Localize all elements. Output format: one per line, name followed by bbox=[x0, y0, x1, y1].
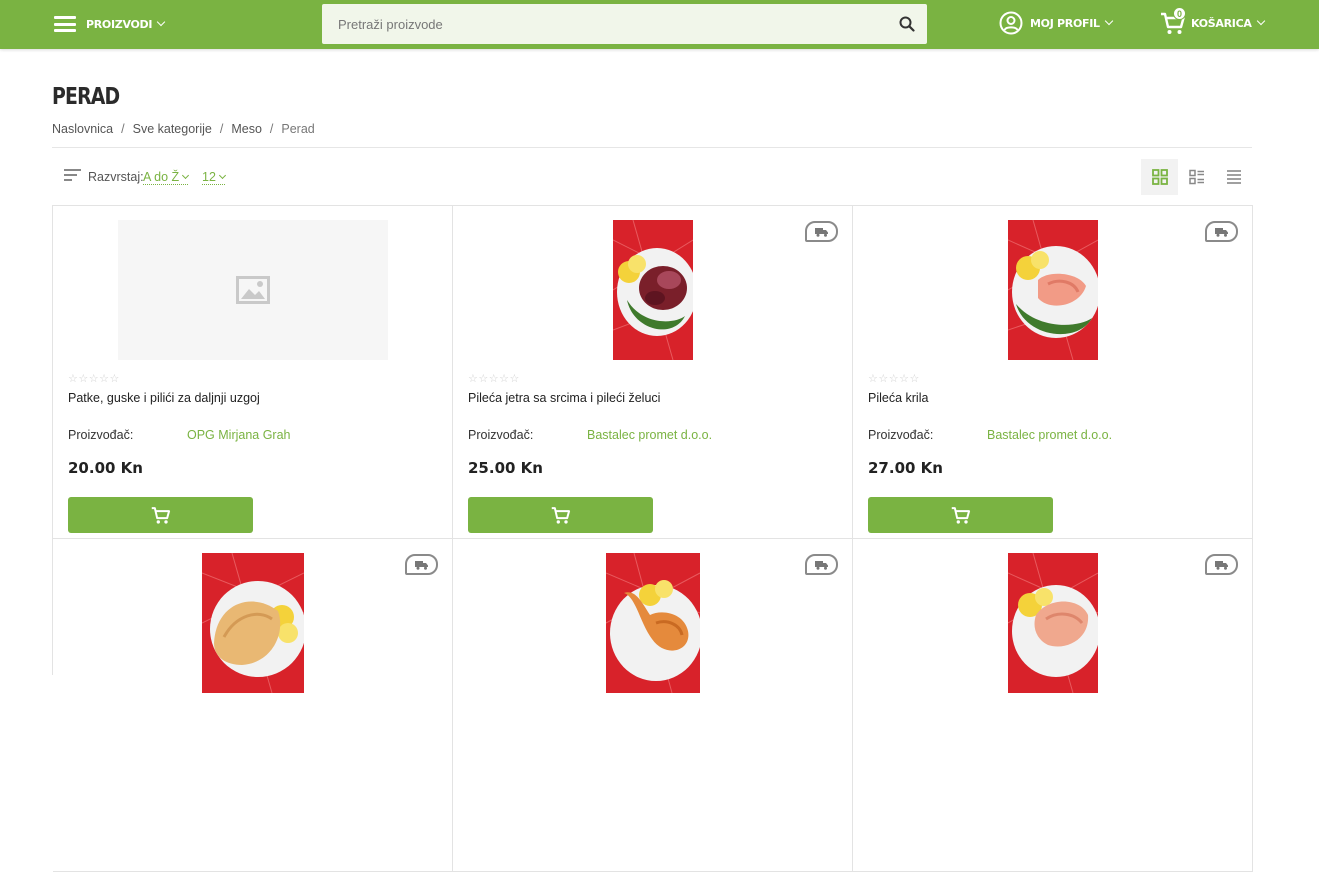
product-image-link[interactable] bbox=[453, 220, 853, 360]
chicken-liver-photo bbox=[613, 220, 693, 360]
product-image-link[interactable] bbox=[853, 553, 1253, 693]
add-to-cart-button[interactable] bbox=[868, 497, 1053, 533]
rating-stars: ☆☆☆☆☆ bbox=[68, 373, 120, 385]
breadcrumb-separator: / bbox=[269, 122, 274, 136]
product-price: 20.00 Kn bbox=[68, 459, 143, 477]
page-title: PERAD bbox=[52, 84, 120, 110]
cart-label: KOŠARICA bbox=[1191, 16, 1252, 30]
grid-view-icon bbox=[1151, 169, 1168, 185]
chicken-breast-photo bbox=[202, 553, 304, 693]
cart-add-icon bbox=[151, 507, 170, 524]
product-name[interactable]: Pileća jetra sa srcima i pileći želuci bbox=[468, 391, 660, 405]
chevron-down-icon bbox=[1256, 16, 1265, 26]
list-view-icon bbox=[1226, 170, 1241, 184]
manufacturer-link[interactable]: Bastalec promet d.o.o. bbox=[987, 428, 1112, 442]
chicken-wings-photo bbox=[1008, 220, 1098, 360]
sort-dropdown[interactable]: A do Ž bbox=[143, 170, 190, 185]
product-image-link[interactable] bbox=[453, 553, 853, 693]
placeholder-image-icon bbox=[118, 220, 388, 360]
breadcrumb-all-categories[interactable]: Sve kategorije bbox=[133, 122, 212, 136]
per-page-dropdown[interactable]: 12 bbox=[202, 170, 226, 185]
divider bbox=[52, 147, 1252, 148]
product-price: 25.00 Kn bbox=[468, 459, 543, 477]
chicken-fillet-photo bbox=[1008, 553, 1098, 693]
shopping-cart-icon: 0 bbox=[1160, 7, 1186, 36]
cart-button[interactable]: 0 KOŠARICA bbox=[1160, 7, 1265, 38]
product-card bbox=[853, 539, 1253, 872]
rating-stars: ☆☆☆☆☆ bbox=[468, 373, 520, 385]
grid-view-button[interactable] bbox=[1141, 159, 1178, 195]
products-menu-button[interactable]: PROIZVODI bbox=[54, 13, 166, 35]
sort-value: A do Ž bbox=[143, 170, 180, 184]
product-image-link[interactable] bbox=[53, 553, 453, 693]
chevron-down-icon bbox=[1104, 16, 1113, 26]
product-image-link[interactable] bbox=[53, 220, 453, 360]
add-to-cart-button[interactable] bbox=[468, 497, 653, 533]
list-grid-view-icon bbox=[1188, 169, 1204, 185]
manufacturer-label: Proizvođač: bbox=[68, 428, 134, 442]
sort-icon bbox=[64, 169, 81, 182]
cart-add-icon bbox=[551, 507, 570, 524]
product-card: ☆☆☆☆☆ Patke, guske i pilići za daljnji u… bbox=[53, 206, 453, 539]
product-card: ☆☆☆☆☆ Pileća jetra sa srcima i pileći že… bbox=[453, 206, 853, 539]
chevron-down-icon bbox=[156, 17, 166, 27]
my-profile-button[interactable]: MOJ PROFIL bbox=[999, 10, 1113, 36]
breadcrumb: Naslovnica / Sve kategorije / Meso / Per… bbox=[52, 122, 315, 136]
top-navigation-bar: PROIZVODI MOJ PROFIL 0 KOŠARICA bbox=[0, 0, 1319, 49]
cart-add-icon bbox=[951, 507, 970, 524]
chevron-down-icon bbox=[218, 171, 226, 180]
product-card bbox=[453, 539, 853, 872]
search-bar bbox=[322, 4, 927, 44]
chicken-leg-photo bbox=[606, 553, 700, 693]
manufacturer-link[interactable]: OPG Mirjana Grah bbox=[187, 428, 291, 442]
product-card bbox=[53, 539, 453, 872]
rating-stars: ☆☆☆☆☆ bbox=[868, 373, 920, 385]
list-grid-view-button[interactable] bbox=[1178, 159, 1215, 195]
product-grid: ☆☆☆☆☆ Patke, guske i pilići za daljnji u… bbox=[52, 205, 1253, 872]
cart-count-badge: 0 bbox=[1173, 7, 1186, 20]
product-image-link[interactable] bbox=[853, 220, 1253, 360]
manufacturer-link[interactable]: Bastalec promet d.o.o. bbox=[587, 428, 712, 442]
breadcrumb-meat[interactable]: Meso bbox=[231, 122, 262, 136]
breadcrumb-home[interactable]: Naslovnica bbox=[52, 122, 113, 136]
product-card: ☆☆☆☆☆ Pileća krila Proizvođač: Bastalec … bbox=[853, 206, 1253, 539]
product-name[interactable]: Patke, guske i pilići za daljnji uzgoj bbox=[68, 391, 260, 405]
add-to-cart-button[interactable] bbox=[68, 497, 253, 533]
my-profile-label: MOJ PROFIL bbox=[1030, 16, 1100, 30]
product-name[interactable]: Pileća krila bbox=[868, 391, 928, 405]
breadcrumb-separator: / bbox=[121, 122, 125, 136]
sort-label: Razvrstaj: bbox=[88, 170, 144, 184]
breadcrumb-separator: / bbox=[219, 122, 224, 136]
manufacturer-label: Proizvođač: bbox=[468, 428, 534, 442]
search-icon[interactable] bbox=[899, 16, 915, 32]
user-profile-icon bbox=[999, 11, 1023, 35]
products-menu-label: PROIZVODI bbox=[86, 17, 153, 31]
search-input[interactable] bbox=[322, 4, 882, 44]
hamburger-menu-icon bbox=[54, 16, 76, 32]
manufacturer-label: Proizvođač: bbox=[868, 428, 934, 442]
breadcrumb-current: Perad bbox=[281, 122, 315, 136]
list-view-button[interactable] bbox=[1215, 159, 1252, 195]
chevron-down-icon bbox=[182, 171, 190, 180]
product-price: 27.00 Kn bbox=[868, 459, 943, 477]
per-page-value: 12 bbox=[202, 170, 216, 184]
